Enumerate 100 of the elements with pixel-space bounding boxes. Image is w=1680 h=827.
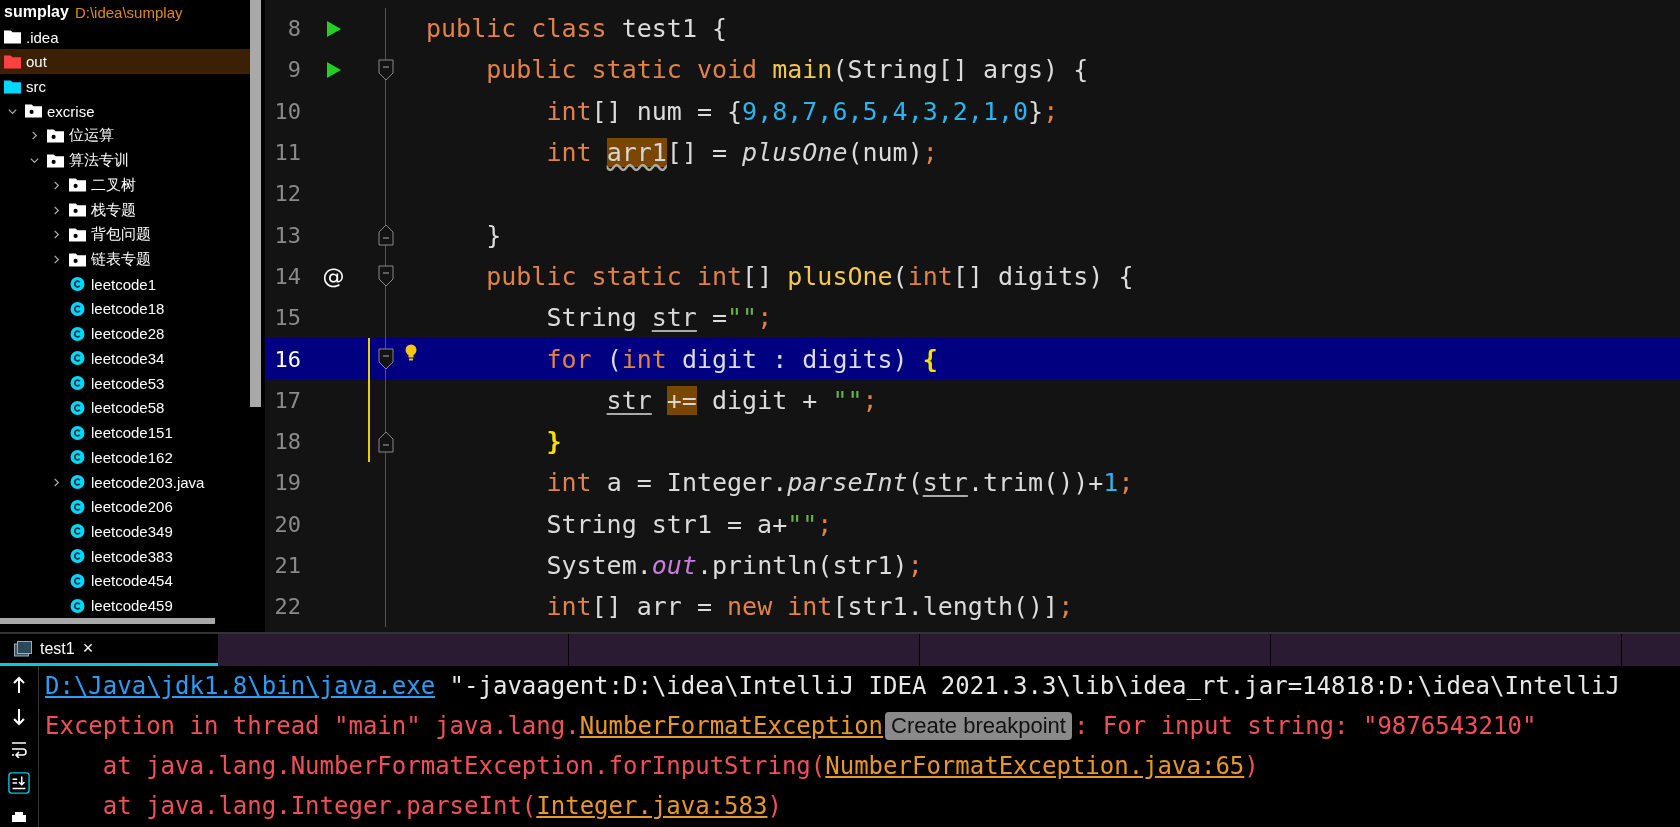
tree-item[interactable]: 栈专题 [0, 197, 250, 223]
fold-icon[interactable] [378, 348, 394, 370]
tree-item[interactable]: leetcode151 [0, 420, 250, 445]
code-line: String str1 = a+""; [546, 509, 833, 539]
console-link[interactable]: Integer.java:583 [536, 792, 768, 820]
line-number: 10 [273, 98, 301, 124]
tree-item[interactable]: leetcode454 [0, 568, 250, 594]
tree-item[interactable]: 二叉树 [0, 173, 250, 198]
code-line: } [546, 427, 562, 457]
line-number: 9 [286, 57, 301, 83]
project-name: sumplay [4, 3, 69, 22]
class-icon [69, 524, 86, 539]
tree-item[interactable]: out [0, 49, 250, 75]
code-line: public class test1 { [426, 14, 728, 44]
line-number: 20 [273, 511, 301, 537]
fold-icon[interactable] [378, 265, 394, 288]
tree-item[interactable]: leetcode162 [0, 444, 250, 470]
tree-item[interactable]: 算法专训 [0, 148, 250, 174]
tree-item[interactable]: leetcode383 [0, 543, 250, 569]
line-number: 15 [273, 305, 301, 331]
code-line: int[] num = {9,8,7,6,5,4,3,2,1,0}; [546, 96, 1059, 126]
tree-item[interactable]: leetcode206 [0, 494, 250, 520]
console-text: ) [1244, 752, 1259, 780]
tree-item[interactable]: excrise [0, 98, 250, 124]
package-icon [47, 153, 64, 168]
line-number: 18 [273, 429, 301, 455]
tree-item[interactable]: 位运算 [0, 123, 250, 149]
tree-item[interactable]: leetcode18 [0, 296, 250, 322]
class-icon [69, 598, 86, 613]
line-number: 21 [273, 553, 301, 578]
code-line: int a = Integer.parseInt(str.trim())+1; [546, 468, 1134, 498]
line-number: 13 [273, 222, 301, 248]
tree-item[interactable]: 背包问题 [0, 222, 250, 248]
scrollbar-thumb[interactable] [0, 618, 215, 624]
class-icon [69, 450, 86, 465]
code-line: System.out.println(str1); [546, 551, 923, 580]
fold-icon[interactable] [378, 224, 394, 247]
scrollbar-thumb[interactable] [250, 0, 261, 407]
package-icon [69, 227, 86, 242]
console-text: : For input string: "9876543210" [1073, 712, 1537, 740]
line-number: 8 [286, 16, 301, 42]
tree-item[interactable]: leetcode459 [0, 593, 250, 618]
fold-icon[interactable] [378, 58, 394, 81]
breakpoint-tooltip[interactable]: Create breakpoint [885, 712, 1072, 740]
scroll-to-end-icon[interactable] [8, 772, 30, 794]
code-line: public static void main(String[] args) { [486, 55, 1089, 85]
code-line: str += digit + ""; [606, 385, 878, 415]
fold-icon[interactable] [378, 430, 394, 453]
class-icon [69, 475, 86, 489]
close-button[interactable]: × [82, 638, 94, 659]
class-icon [69, 351, 86, 366]
class-icon [69, 425, 86, 440]
tree-item[interactable]: 链表专题 [0, 247, 250, 272]
console-text: at java.lang.NumberFormatException.forInputString( [102, 752, 826, 780]
line-number: 12 [273, 181, 301, 207]
run-icon[interactable] [326, 61, 341, 78]
package-icon [69, 252, 86, 267]
class-icon [69, 302, 86, 316]
line-number: 16 [273, 346, 301, 372]
tree-item[interactable]: leetcode58 [0, 395, 250, 421]
line-number: 19 [273, 470, 301, 496]
up-arrow-icon[interactable] [11, 676, 27, 694]
package-icon [47, 128, 64, 143]
tree-item[interactable]: .idea [0, 24, 250, 50]
code-line: public static int[] plusOne(int[] digits) { [486, 261, 1134, 291]
console-link[interactable]: NumberFormatException [579, 712, 884, 740]
line-number: 14 [273, 263, 301, 289]
class-icon [69, 549, 86, 564]
tree-item[interactable]: leetcode349 [0, 519, 250, 544]
class-icon [69, 326, 86, 341]
console-text: ) [767, 792, 782, 820]
console-link[interactable]: NumberFormatException.java:65 [825, 752, 1245, 780]
tree-item[interactable]: leetcode53 [0, 370, 250, 396]
line-number: 22 [273, 594, 301, 620]
tree-item[interactable]: leetcode34 [0, 346, 250, 371]
code-line: } [486, 220, 502, 250]
code-line: String str =""; [546, 303, 773, 333]
line-number: 11 [273, 140, 301, 166]
tree-item[interactable]: leetcode203.java [0, 469, 250, 495]
console-text: at java.lang.Integer.parseInt( [102, 792, 537, 820]
code-line: int arr1[] = plusOne(num); [546, 138, 938, 168]
down-arrow-icon[interactable] [11, 708, 27, 726]
lightbulb-icon[interactable] [405, 344, 417, 363]
console-tab[interactable]: test1 × [0, 634, 218, 666]
override-marker[interactable]: @ [322, 263, 345, 289]
line-number: 17 [273, 387, 301, 413]
run-icon[interactable] [326, 20, 341, 37]
class-icon [69, 499, 86, 514]
soft-wrap-icon[interactable] [11, 740, 27, 758]
package-icon [69, 178, 86, 193]
console-link[interactable]: D:\Java\jdk1.8\bin\java.exe [45, 672, 436, 700]
class-icon [69, 400, 86, 415]
class-icon [69, 376, 86, 391]
class-icon [69, 573, 86, 588]
tree-item[interactable]: leetcode1 [0, 271, 250, 297]
project-path: D:\idea\sumplay [74, 3, 183, 21]
console-text: "-javaagent:D:\idea\IntelliJ IDEA 2021.3.3\lib\idea_rt.jar=14818:D:\idea\IntelliJ [448, 672, 1620, 700]
tree-item[interactable]: src [0, 74, 250, 99]
tree-item[interactable]: leetcode28 [0, 321, 250, 347]
console-text: Exception in thread "main" java.lang. [45, 712, 580, 740]
